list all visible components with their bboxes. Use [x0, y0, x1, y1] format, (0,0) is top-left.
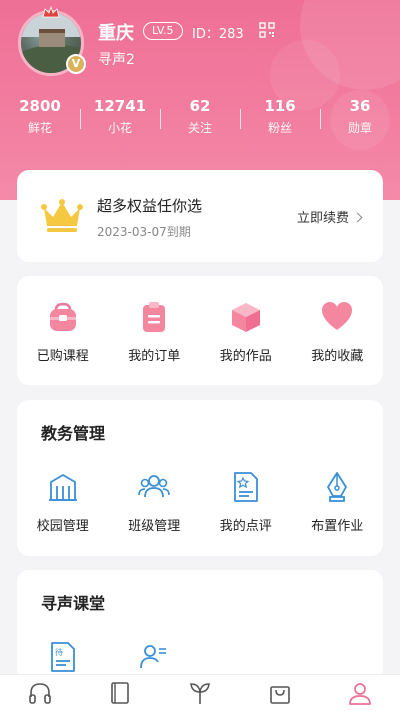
stat-following[interactable]: 62 关注: [160, 97, 240, 141]
stat-value: 2800: [19, 97, 61, 115]
document-star-icon: [233, 472, 258, 502]
avatar-crown-icon: [42, 6, 60, 18]
crown-icon: [41, 199, 83, 232]
vip-card[interactable]: 超多权益任你选 2023-03-07到期 立即续费: [17, 170, 383, 262]
headphones-icon: [29, 683, 51, 704]
stat-value: 12741: [93, 97, 147, 115]
group-icon: [138, 475, 171, 498]
section-title: 寻声课堂: [41, 594, 106, 613]
education-management-card: 教务管理 校园管理 班级管理 我的点评 布置作业: [17, 400, 383, 556]
vip-badge-icon: V: [66, 54, 86, 74]
vip-expiry: 2023-03-07到期: [97, 225, 191, 239]
tab-library[interactable]: [80, 675, 160, 711]
sprout-icon: [190, 683, 210, 704]
profile-icon: [349, 683, 371, 705]
section-title: 教务管理: [41, 424, 106, 443]
education-grid: 校园管理 班级管理 我的点评 布置作业: [17, 470, 383, 534]
stat-label: 关注: [187, 121, 212, 135]
chevron-right-icon: [352, 212, 363, 223]
stat-label: 小花: [107, 121, 132, 135]
stat-value: 116: [264, 97, 296, 115]
stat-fans[interactable]: 116 粉丝: [240, 97, 320, 141]
user-subtitle: 寻声2: [98, 52, 135, 68]
stat-label: 勋章: [347, 121, 372, 135]
shopping-bag-icon: [270, 686, 290, 704]
level-badge: LV.5: [143, 22, 183, 40]
pending-document-icon: 待: [50, 642, 75, 672]
user-name: 重庆: [98, 23, 134, 44]
pending-badge-text: 待: [55, 647, 63, 657]
my-orders-button[interactable]: 我的订单: [109, 300, 201, 364]
student-list-button[interactable]: [109, 640, 201, 674]
education-item-label: 布置作业: [311, 519, 364, 534]
assign-homework-button[interactable]: 布置作业: [292, 470, 384, 534]
stats-bar: 2800 鲜花 12741 小花 62 关注 116 粉丝 36 勋章: [0, 97, 400, 141]
tab-profile[interactable]: [320, 675, 400, 711]
tab-shop[interactable]: [240, 675, 320, 711]
education-item-label: 班级管理: [128, 519, 181, 534]
clipboard-icon: [143, 302, 166, 332]
purchased-courses-button[interactable]: 已购课程: [17, 300, 109, 364]
stat-label: 粉丝: [267, 121, 292, 135]
stat-value: 62: [189, 97, 211, 115]
user-id: ID：283: [192, 27, 244, 42]
class-management-button[interactable]: 班级管理: [109, 470, 201, 534]
my-reviews-button[interactable]: 我的点评: [200, 470, 292, 534]
user-list-icon: [140, 645, 167, 669]
quick-actions-grid: 已购课程 我的订单 我的作品 我的收藏: [17, 300, 383, 364]
vip-title: 超多权益任你选: [97, 197, 203, 215]
tab-growth[interactable]: [160, 675, 240, 711]
stat-label: 鲜花: [27, 121, 52, 135]
avatar[interactable]: V: [18, 6, 86, 76]
classroom-card: 寻声课堂 待: [17, 570, 383, 690]
qr-code-icon[interactable]: [259, 22, 275, 38]
heart-icon: [322, 302, 353, 330]
tab-listen[interactable]: [0, 675, 80, 711]
renew-button[interactable]: 立即续费: [296, 207, 363, 226]
book-icon: [111, 682, 129, 704]
bottom-tab-bar: [0, 674, 400, 711]
box-icon: [231, 303, 260, 332]
campus-management-button[interactable]: 校园管理: [17, 470, 109, 534]
stat-flowers[interactable]: 2800 鲜花: [0, 97, 80, 141]
stat-medals[interactable]: 36 勋章: [320, 97, 400, 141]
quick-action-label: 我的订单: [128, 349, 181, 364]
pending-tasks-button[interactable]: 待: [17, 640, 109, 674]
stat-value: 36: [349, 97, 371, 115]
quick-action-label: 我的作品: [219, 349, 272, 364]
bag-icon: [49, 302, 76, 331]
education-item-label: 校园管理: [36, 519, 89, 534]
renew-label: 立即续费: [296, 211, 349, 226]
my-works-button[interactable]: 我的作品: [200, 300, 292, 364]
my-favorites-button[interactable]: 我的收藏: [292, 300, 384, 364]
pen-nib-icon: [327, 472, 348, 502]
education-item-label: 我的点评: [219, 519, 272, 534]
classroom-grid: 待: [17, 640, 383, 674]
quick-action-label: 已购课程: [36, 349, 89, 364]
stat-small-flowers[interactable]: 12741 小花: [80, 97, 160, 141]
quick-action-label: 我的收藏: [311, 349, 364, 364]
quick-actions-card: 已购课程 我的订单 我的作品 我的收藏: [17, 276, 383, 385]
school-icon: [48, 474, 77, 501]
